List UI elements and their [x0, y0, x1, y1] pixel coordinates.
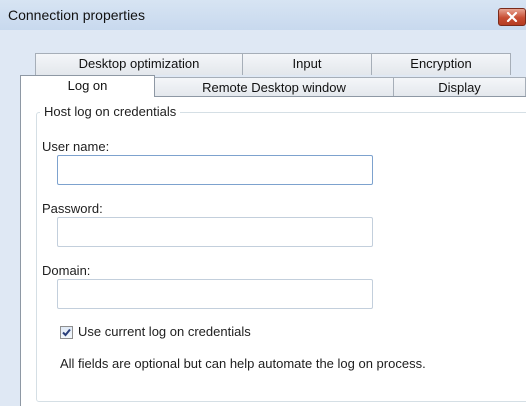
password-label: Password: [42, 201, 103, 216]
password-field[interactable] [57, 217, 373, 247]
title-bar: Connection properties [0, 0, 526, 30]
tab-log-on[interactable]: Log on [20, 75, 155, 97]
tab-desktop-optimization[interactable]: Desktop optimization [35, 53, 243, 75]
username-label: User name: [42, 139, 110, 154]
tab-encryption[interactable]: Encryption [371, 53, 511, 75]
tab-display[interactable]: Display [393, 77, 526, 97]
use-current-credentials-checkbox[interactable] [60, 326, 73, 339]
close-icon [506, 12, 518, 22]
close-button[interactable] [498, 8, 526, 26]
domain-label: Domain: [42, 263, 91, 278]
connection-properties-window: Connection properties Desktop optimizati… [0, 0, 526, 406]
group-title: Host log on credentials [40, 104, 181, 119]
info-text: All fields are optional but can help aut… [60, 356, 426, 371]
credentials-groupbox: Host log on credentials User name: Passw… [36, 104, 526, 402]
window-title: Connection properties [8, 7, 145, 23]
tab-remote-desktop-window[interactable]: Remote Desktop window [154, 77, 394, 97]
domain-field[interactable] [57, 279, 373, 309]
use-current-credentials-label[interactable]: Use current log on credentials [78, 324, 251, 339]
tab-input[interactable]: Input [242, 53, 372, 75]
log-on-panel: Host log on credentials User name: Passw… [20, 96, 526, 406]
username-field[interactable] [57, 155, 373, 185]
